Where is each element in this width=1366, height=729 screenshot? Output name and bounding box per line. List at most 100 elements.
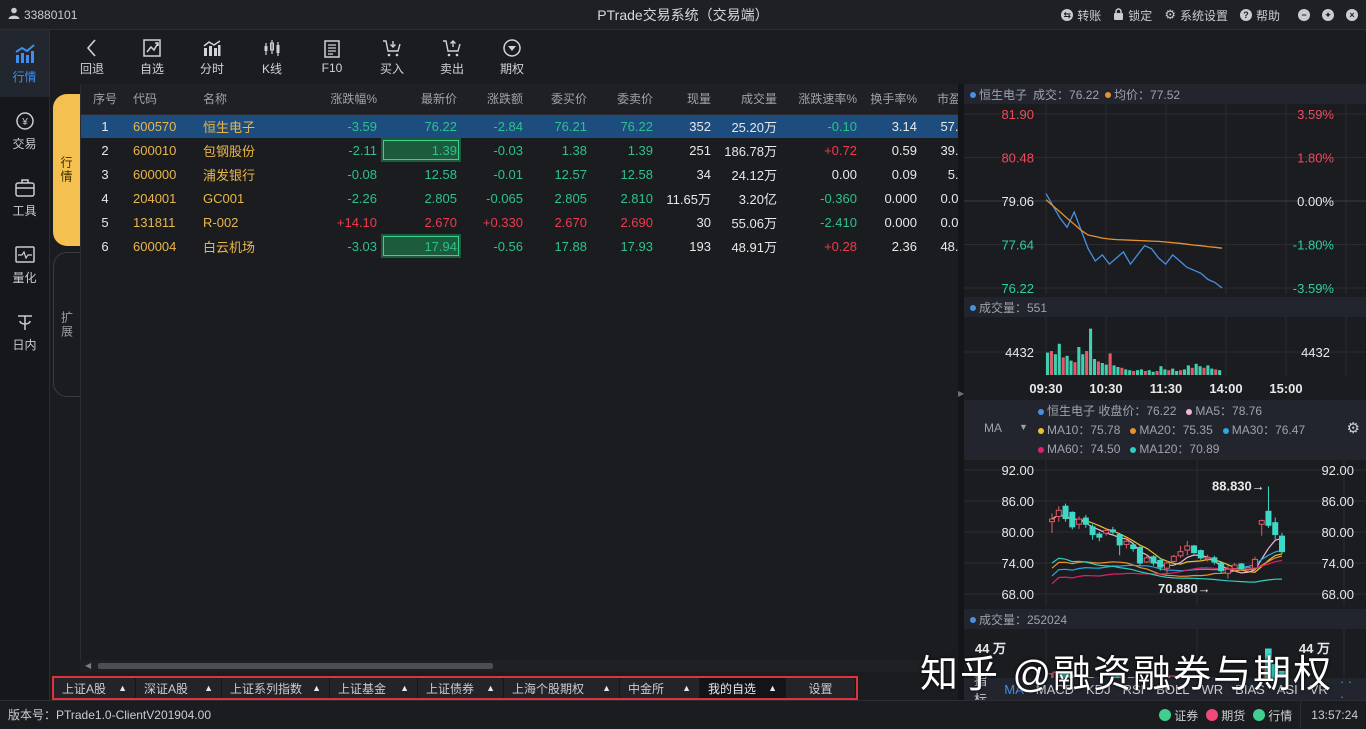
expand-up-icon[interactable]: ▲ — [682, 683, 691, 693]
expand-up-icon[interactable]: ▲ — [204, 683, 213, 693]
volume-bar — [1202, 367, 1206, 375]
change-amount: -2.84 — [461, 114, 527, 138]
volume-bar — [1112, 365, 1116, 375]
y-tick-label: 68.00 — [1001, 587, 1034, 602]
expand-up-icon[interactable]: ▲ — [312, 683, 321, 693]
column-header[interactable]: 名称 — [199, 84, 289, 115]
expand-up-icon[interactable]: ▲ — [118, 683, 127, 693]
system-settings-label: 系统设置 — [1179, 8, 1228, 23]
column-header[interactable]: 委卖价 — [591, 84, 657, 115]
vtab-market[interactable]: 行情 — [53, 94, 80, 246]
current-volume: 30 — [696, 214, 711, 230]
maximize-button[interactable]: ✦ — [1322, 9, 1334, 21]
indicator-tab[interactable]: MA — [1004, 682, 1024, 697]
table-row[interactable]: 6 600004 白云机场 -3.03 17.94 -0.56 17.88 17.93 193 4… — [81, 234, 977, 258]
indicator-tab[interactable]: BOLL — [1156, 682, 1189, 697]
ma-selector[interactable]: MA — [984, 421, 1002, 435]
market-tab[interactable]: 上海个股期权 ▲ — [504, 678, 620, 698]
column-header[interactable]: 现量 — [657, 84, 715, 115]
table-row[interactable]: 3 600000 浦发银行 -0.08 12.58 -0.01 12.57 12.58 34 24… — [81, 162, 977, 186]
scrollbar-thumb[interactable] — [98, 663, 493, 669]
back-button[interactable]: 回退 — [62, 30, 122, 84]
intraday-volume-chart[interactable]: 4432 4432 09:30 10:30 11:30 14:00 15:00 — [964, 317, 1366, 397]
indicator-tab[interactable]: WR — [1202, 682, 1224, 697]
market-tab-label: 上海个股期权 — [512, 681, 585, 696]
kline-chart[interactable]: 92.00 92.00 86.00 86.00 80.00 80.00 74.00 74.00… — [964, 460, 1366, 606]
row-index: 1 — [81, 114, 129, 138]
expand-up-icon[interactable]: ▲ — [400, 683, 409, 693]
lock-button[interactable]: 锁定 — [1113, 7, 1152, 24]
column-header[interactable]: 涨跌额 — [461, 84, 527, 115]
market-tab[interactable]: 上证系列指数 ▲ — [222, 678, 330, 698]
indicator-tab[interactable]: BIAS — [1235, 682, 1265, 697]
help-button[interactable]: ? 帮助 — [1239, 7, 1280, 24]
volume-bar — [1182, 369, 1186, 375]
f10-button[interactable]: F10 — [302, 30, 362, 84]
table-row[interactable]: 2 600010 包钢股份 -2.11 1.39 -0.03 1.38 1.39 251 186.… — [81, 138, 977, 162]
intraday-deal-price: 成交：76.22 — [1033, 87, 1100, 102]
help-icon: ? — [1239, 9, 1252, 21]
clock: 13:57:24 — [1300, 701, 1366, 729]
sidebar-item-tools[interactable]: 工具 — [0, 164, 49, 231]
column-header[interactable]: 涨跌幅% — [289, 84, 381, 115]
volume-bar — [1190, 367, 1194, 375]
market-tab[interactable]: 上证A股 ▲ — [54, 678, 136, 698]
row-index: 2 — [101, 142, 109, 158]
gear-icon[interactable]: ⚙ — [1347, 419, 1360, 437]
table-row[interactable]: 5 131811 R-002 +14.10 2.670 +0.330 2.670 2.690 3… — [81, 210, 977, 234]
timeshare-button[interactable]: 分时 — [182, 30, 242, 84]
column-header[interactable]: 序号 — [81, 84, 129, 115]
horizontal-scrollbar[interactable]: ◀ — [80, 660, 958, 672]
indicator-tab[interactable]: KDJ — [1086, 682, 1111, 697]
indicator-tab[interactable]: MACD — [1036, 682, 1074, 697]
column-header[interactable]: 涨跌速率% — [781, 84, 861, 115]
column-header[interactable]: 成交量 — [715, 84, 781, 115]
expand-up-icon[interactable]: ▲ — [602, 683, 611, 693]
transfer-button[interactable]: ⇆ 转账 — [1061, 7, 1101, 24]
buy-button[interactable]: 买入 — [362, 30, 422, 84]
sidebar-item-label: 量化 — [12, 270, 37, 285]
indicator-tab[interactable]: ASI — [1277, 682, 1298, 697]
expand-up-icon[interactable]: ▲ — [768, 683, 777, 693]
ma-dropdown-icon[interactable]: ▼ — [1019, 422, 1028, 432]
column-header[interactable]: 代码 — [129, 84, 199, 115]
sidebar-item-intraday[interactable]: 日内 — [0, 298, 49, 365]
candle-body — [1245, 567, 1252, 570]
market-tab[interactable]: 中金所 ▲ — [620, 678, 700, 698]
market-tab[interactable]: 我的自选 ▲ — [700, 678, 786, 698]
sidebar-item-market[interactable]: 行情 — [0, 30, 49, 97]
close-button[interactable]: × — [1346, 9, 1358, 21]
market-tab-label: 上证基金 — [338, 681, 387, 696]
sidebar-item-trade[interactable]: ¥ 交易 — [0, 97, 49, 164]
current-volume: 34 — [696, 166, 711, 182]
total-volume: 3.20亿 — [738, 191, 777, 207]
column-header[interactable]: 最新价 — [381, 84, 461, 115]
table-row[interactable]: 1 600570 恒生电子 -3.59 76.22 -2.84 76.21 76.22 352 2… — [81, 114, 977, 138]
status-bar: 版本号：PTrade1.0-ClientV201904.00 证券 期货 行情 … — [0, 700, 1366, 729]
table-row[interactable]: 4 204001 GC001 -2.26 2.805 -0.065 2.805 2.810 11… — [81, 186, 977, 210]
indicator-tab[interactable]: RSI — [1123, 682, 1145, 697]
expand-up-icon[interactable]: ▲ — [486, 683, 495, 693]
market-tab[interactable]: 上证基金 ▲ — [330, 678, 418, 698]
candle-body — [1076, 518, 1083, 525]
sidebar-item-quant[interactable]: 量化 — [0, 231, 49, 298]
column-header[interactable]: 换手率% — [861, 84, 921, 115]
candle-body — [1191, 545, 1198, 554]
sell-button[interactable]: 卖出 — [422, 30, 482, 84]
market-tab[interactable]: 设置 — [786, 678, 856, 698]
minimize-button[interactable]: − — [1298, 9, 1310, 21]
market-tab[interactable]: 深证A股 ▲ — [136, 678, 222, 698]
system-settings-button[interactable]: ⚙ 系统设置 — [1164, 7, 1228, 24]
scroll-left-icon[interactable]: ◀ — [85, 661, 91, 670]
options-button[interactable]: 期权 — [482, 30, 542, 84]
options-icon — [503, 38, 521, 57]
intraday-price-chart[interactable]: 81.90 3.59% 80.48 1.80% 79.06 0.00% 77.64 -1.80… — [964, 104, 1366, 296]
market-tab[interactable]: 上证债券 ▲ — [418, 678, 504, 698]
kline-volume-chart[interactable]: 44 万 44 万 — [964, 629, 1366, 684]
column-header[interactable]: 委买价 — [527, 84, 591, 115]
watchlist-button[interactable]: 自选 — [122, 30, 182, 84]
vtab-extension[interactable]: 扩展 — [53, 252, 80, 397]
indicator-tab[interactable]: VR — [1310, 682, 1328, 697]
kline-button[interactable]: K线 — [242, 30, 302, 84]
stock-name: GC001 — [203, 190, 245, 206]
